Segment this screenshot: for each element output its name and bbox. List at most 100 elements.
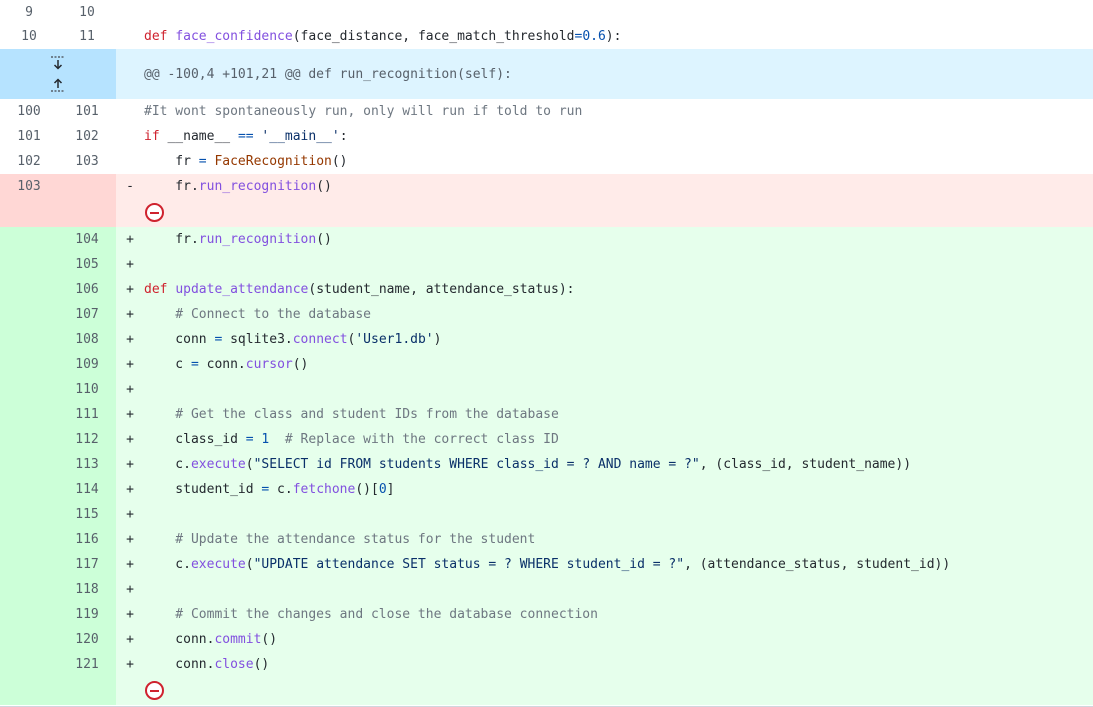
added-line: 106 + def update_attendance(student_name… [0,277,1093,302]
code-line: # Get the class and student IDs from the… [144,407,559,422]
deleted-line: 103 - fr.run_recognition() [0,174,1093,199]
diff-marker: + [126,632,134,647]
old-line-number[interactable] [0,327,58,352]
added-line: 114 + student_id = c.fetchone()[0] [0,477,1093,502]
new-line-number[interactable]: 117 [58,552,116,577]
new-line-number[interactable]: 10 [58,0,116,24]
old-line-number[interactable] [0,277,58,302]
remove-circle-icon[interactable] [145,681,164,700]
code-line: c.execute("SELECT id FROM students WHERE… [144,457,912,472]
code-line: #It wont spontaneously run, only will ru… [144,104,583,119]
code-line: # Update the attendance status for the s… [144,532,536,547]
old-line-number[interactable] [0,627,58,652]
code-line: conn.close() [144,657,270,672]
new-line-number[interactable]: 116 [58,527,116,552]
new-line-number[interactable]: 118 [58,577,116,602]
new-line-number[interactable] [58,174,116,199]
code-line: fr.run_recognition() [144,179,332,194]
new-line-number[interactable]: 107 [58,302,116,327]
new-line-number[interactable]: 102 [58,124,116,149]
added-line: 113 + c.execute("SELECT id FROM students… [0,452,1093,477]
diff-marker: + [126,482,134,497]
new-line-number[interactable]: 109 [58,352,116,377]
diff-marker: + [126,407,134,422]
code-line: class_id = 1 # Replace with the correct … [144,432,559,447]
expand-up-icon[interactable] [48,77,68,93]
old-line-number[interactable] [0,352,58,377]
new-line-number[interactable]: 110 [58,377,116,402]
diff-marker: + [126,357,134,372]
diff-marker: + [126,382,134,397]
new-line-number[interactable]: 114 [58,477,116,502]
added-line: 109 + c = conn.cursor() [0,352,1093,377]
old-line-number[interactable] [0,502,58,527]
code-line: c.execute("UPDATE attendance SET status … [144,557,951,572]
old-line-number[interactable]: 100 [0,99,58,124]
new-line-number[interactable]: 112 [58,427,116,452]
new-line-number[interactable]: 113 [58,452,116,477]
new-line-number[interactable]: 121 [58,652,116,677]
old-line-number[interactable] [0,602,58,627]
old-line-number[interactable] [0,527,58,552]
code-line: conn = sqlite3.connect('User1.db') [144,332,442,347]
old-line-number[interactable] [0,227,58,252]
old-line-number[interactable] [0,402,58,427]
diff-line: 9 10 [0,0,1093,24]
added-line: 112 + class_id = 1 # Replace with the co… [0,427,1093,452]
new-line-number[interactable]: 104 [58,227,116,252]
comment-row [0,199,1093,227]
remove-circle-icon[interactable] [145,203,164,222]
code-line: # Connect to the database [144,307,371,322]
old-line-number[interactable]: 10 [0,24,58,49]
old-line-number[interactable] [0,252,58,277]
old-line-number[interactable] [0,302,58,327]
diff-marker: + [126,332,134,347]
added-line: 110 + [0,377,1093,402]
added-line: 108 + conn = sqlite3.connect('User1.db') [0,327,1093,352]
old-line-number[interactable] [0,552,58,577]
code-line: def update_attendance(student_name, atte… [144,282,575,297]
diff-marker: + [126,507,134,522]
code-line: # Commit the changes and close the datab… [144,607,598,622]
old-line-number[interactable] [0,427,58,452]
old-line-number[interactable] [0,377,58,402]
old-line-number[interactable] [0,652,58,677]
old-line-number[interactable]: 103 [0,174,58,199]
new-line-number[interactable]: 108 [58,327,116,352]
added-line: 111 + # Get the class and student IDs fr… [0,402,1093,427]
diff-marker [116,99,144,124]
added-line: 120 + conn.commit() [0,627,1093,652]
diff-marker: + [126,232,134,247]
hunk-header: @@ -100,4 +101,21 @@ def run_recognition… [0,49,1093,99]
new-line-number[interactable]: 103 [58,149,116,174]
old-line-number[interactable] [0,477,58,502]
new-line-number[interactable]: 101 [58,99,116,124]
old-line-number[interactable] [0,452,58,477]
new-line-number[interactable]: 111 [58,402,116,427]
expand-down-icon[interactable] [48,55,68,71]
new-line-number[interactable]: 120 [58,627,116,652]
diff-line: 100 101 #It wont spontaneously run, only… [0,99,1093,124]
new-line-number[interactable]: 105 [58,252,116,277]
diff-marker: + [126,307,134,322]
added-line: 121 + conn.close() [0,652,1093,677]
new-line-number[interactable]: 115 [58,502,116,527]
diff-marker: + [126,582,134,597]
diff-line: 101 102 if __name__ == '__main__': [0,124,1093,149]
diff-marker: + [126,282,134,297]
diff-marker: + [126,607,134,622]
new-line-number[interactable]: 11 [58,24,116,49]
code-line: fr = FaceRecognition() [144,154,348,169]
new-line-number[interactable]: 106 [58,277,116,302]
old-line-number[interactable]: 102 [0,149,58,174]
old-line-number[interactable]: 9 [0,0,58,24]
old-line-number[interactable]: 101 [0,124,58,149]
expand-buttons[interactable] [0,49,116,99]
code-line: c = conn.cursor() [144,357,309,372]
old-line-number[interactable] [0,577,58,602]
new-line-number[interactable]: 119 [58,602,116,627]
